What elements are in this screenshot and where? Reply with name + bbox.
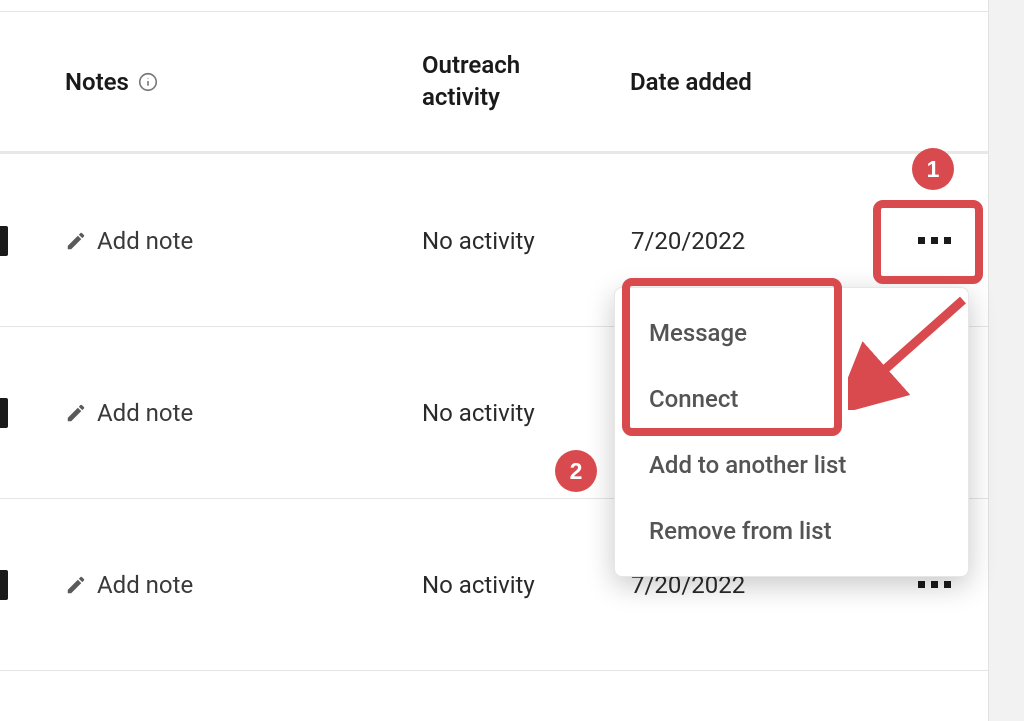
activity-cell: No activity	[422, 399, 535, 427]
more-icon	[918, 237, 951, 244]
activity-cell: No activity	[422, 227, 535, 255]
add-note-button[interactable]: Add note	[65, 399, 193, 427]
add-note-button[interactable]: Add note	[65, 571, 193, 599]
dropdown-item-connect[interactable]: Connect	[615, 366, 968, 432]
more-actions-button[interactable]	[910, 217, 958, 265]
column-header-notes: Notes	[65, 68, 159, 96]
column-header-activity: Outreach activity	[422, 50, 582, 112]
date-cell: 7/20/2022	[631, 227, 745, 255]
add-note-label: Add note	[97, 227, 193, 255]
row-indicator	[0, 398, 8, 428]
dropdown-item-add-list[interactable]: Add to another list	[615, 432, 968, 498]
column-label: Outreach activity	[422, 50, 582, 112]
pencil-icon	[65, 574, 87, 596]
info-icon[interactable]	[137, 71, 159, 93]
column-header-date: Date added	[630, 68, 752, 96]
row-indicator	[0, 226, 8, 256]
column-label: Notes	[65, 68, 129, 96]
scrollbar[interactable]	[988, 0, 1024, 721]
dropdown-item-remove-list[interactable]: Remove from list	[615, 498, 968, 564]
activity-cell: No activity	[422, 571, 535, 599]
add-note-button[interactable]: Add note	[65, 227, 193, 255]
dropdown-item-message[interactable]: Message	[615, 300, 968, 366]
pencil-icon	[65, 230, 87, 252]
table-area: Notes Outreach activity Date added Add n…	[0, 0, 988, 721]
column-label: Date added	[630, 68, 752, 96]
row-indicator	[0, 570, 8, 600]
add-note-label: Add note	[97, 399, 193, 427]
actions-dropdown: Message Connect Add to another list Remo…	[614, 287, 969, 577]
pencil-icon	[65, 402, 87, 424]
table-header: Notes Outreach activity Date added	[0, 12, 988, 154]
more-icon	[918, 581, 951, 588]
add-note-label: Add note	[97, 571, 193, 599]
